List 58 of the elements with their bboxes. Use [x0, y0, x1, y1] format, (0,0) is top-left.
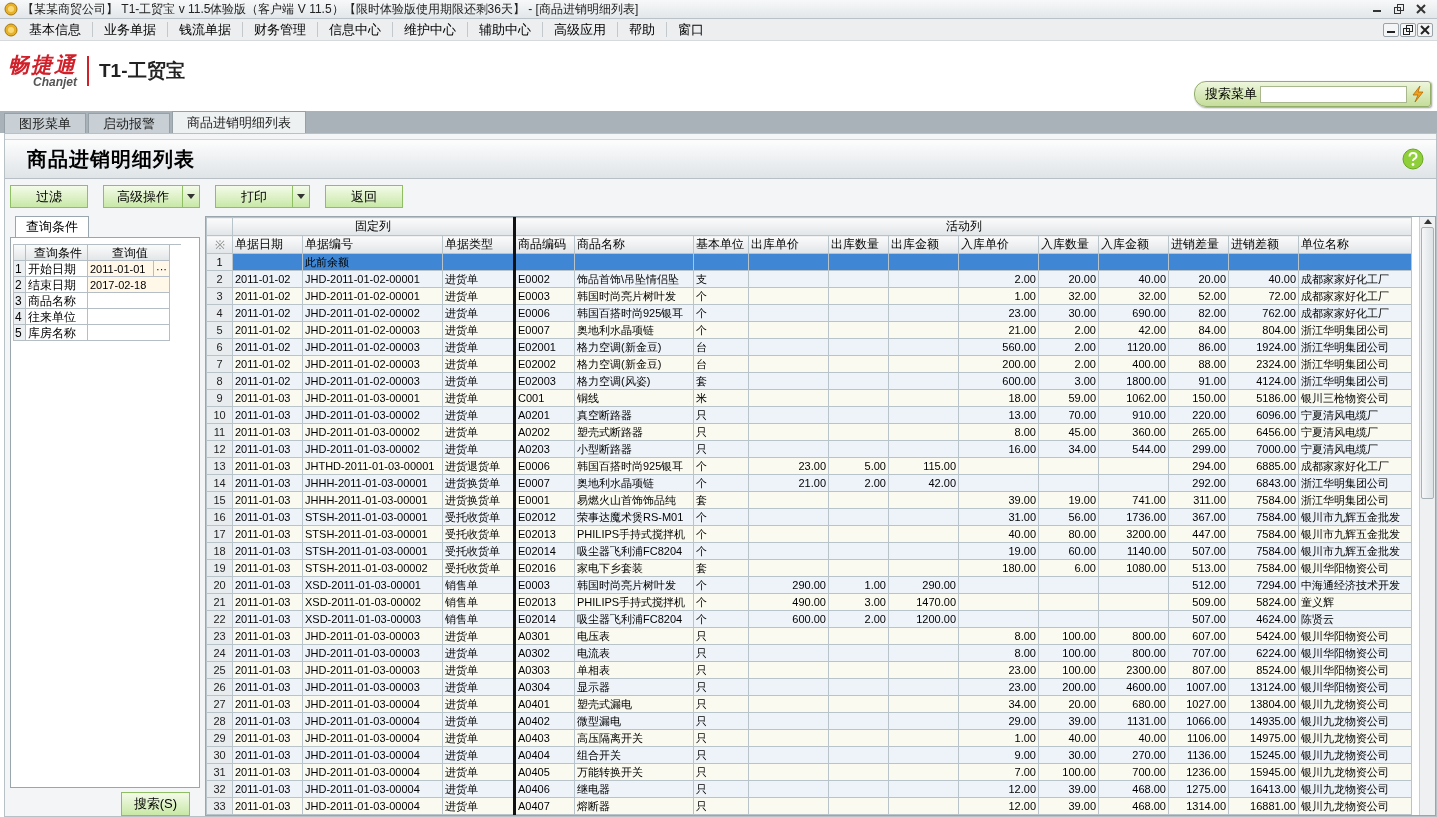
column-group-header: 活动列: [514, 217, 1412, 236]
caret-icon[interactable]: [297, 194, 305, 199]
menu-item[interactable]: 辅助中心: [468, 22, 543, 37]
close-icon[interactable]: [1417, 22, 1433, 37]
value-field[interactable]: [88, 309, 170, 325]
app-icon: [4, 2, 18, 16]
column-group-header: 固定列: [232, 217, 515, 236]
brand-subtitle: Chanjet: [33, 76, 77, 88]
product-name: T1-工贸宝: [99, 59, 185, 83]
row-number: 1: [14, 261, 26, 277]
app-icon: [4, 22, 18, 37]
menu-item[interactable]: 维护中心: [393, 22, 468, 37]
menu-item[interactable]: 钱流单据: [168, 22, 243, 37]
close-icon[interactable]: [1415, 3, 1427, 15]
page-title: 商品进销明细列表: [27, 146, 196, 172]
column-header: 查询值: [88, 245, 170, 261]
brand-name: 畅捷通: [8, 54, 77, 76]
menu-item[interactable]: 高级应用: [543, 22, 618, 37]
vertical-scrollbar[interactable]: [1419, 217, 1435, 815]
value-field[interactable]: 2011-01-01 ···: [88, 261, 170, 277]
dropdown-button[interactable]: 打印: [215, 185, 310, 208]
value-field[interactable]: [88, 293, 170, 309]
toolbar-button[interactable]: 返回: [325, 185, 403, 208]
header-corner: [206, 217, 233, 236]
lightning-icon[interactable]: [1410, 85, 1426, 103]
menu-item[interactable]: 基本信息: [18, 22, 93, 37]
menu-item[interactable]: 帮助: [618, 22, 667, 37]
value-field[interactable]: 2017-02-18: [88, 277, 170, 293]
row-number: 4: [14, 309, 26, 325]
tab[interactable]: 商品进销明细列表: [172, 111, 306, 133]
caret-icon[interactable]: [187, 194, 195, 199]
scroll-up-icon[interactable]: [1422, 217, 1433, 225]
row-number: 2: [14, 277, 26, 293]
minimize-icon[interactable]: [1383, 22, 1399, 37]
tab[interactable]: 图形菜单: [4, 113, 86, 133]
menu-item[interactable]: 业务单据: [93, 22, 168, 37]
row-number: 3: [14, 293, 26, 309]
restore-icon[interactable]: [1393, 3, 1405, 15]
window-title: 【某某商贸公司】 T1-工贸宝 v 11.5体验版（客户端 V 11.5）【限时体验版使用期限还剩36天】 - [商品进销明细列表]: [22, 0, 640, 18]
panel-tab[interactable]: 查询条件: [15, 216, 89, 237]
dropdown-button[interactable]: 高级操作: [103, 185, 200, 208]
menu-item[interactable]: 信息中心: [318, 22, 393, 37]
tab[interactable]: 启动报警: [88, 113, 170, 133]
menu-item[interactable]: 窗口: [667, 22, 715, 37]
search-label: 搜索菜单: [1205, 85, 1257, 103]
scroll-thumb[interactable]: [1421, 227, 1434, 499]
restore-icon[interactable]: [1400, 22, 1416, 37]
column-header: 查询条件: [26, 245, 88, 261]
menu-item[interactable]: 财务管理: [243, 22, 318, 37]
table-row[interactable]: 1 此前余额: [206, 253, 1412, 271]
toolbar-button[interactable]: 过滤: [10, 185, 88, 208]
table-row[interactable]: 33 2011-01-03 JHD-2011-01-03-00004 进货单 A0407 熔断器 只 12.00 39.00 468.00 1314.00 16881.00 银川九龙物资公司: [206, 797, 1412, 815]
help-icon[interactable]: [1402, 148, 1424, 170]
picker-button[interactable]: ···: [153, 261, 169, 276]
search-field[interactable]: [1260, 85, 1407, 103]
value-field[interactable]: [88, 325, 170, 341]
row-number: 5: [14, 325, 26, 341]
search-button[interactable]: 搜索(S): [120, 792, 190, 816]
